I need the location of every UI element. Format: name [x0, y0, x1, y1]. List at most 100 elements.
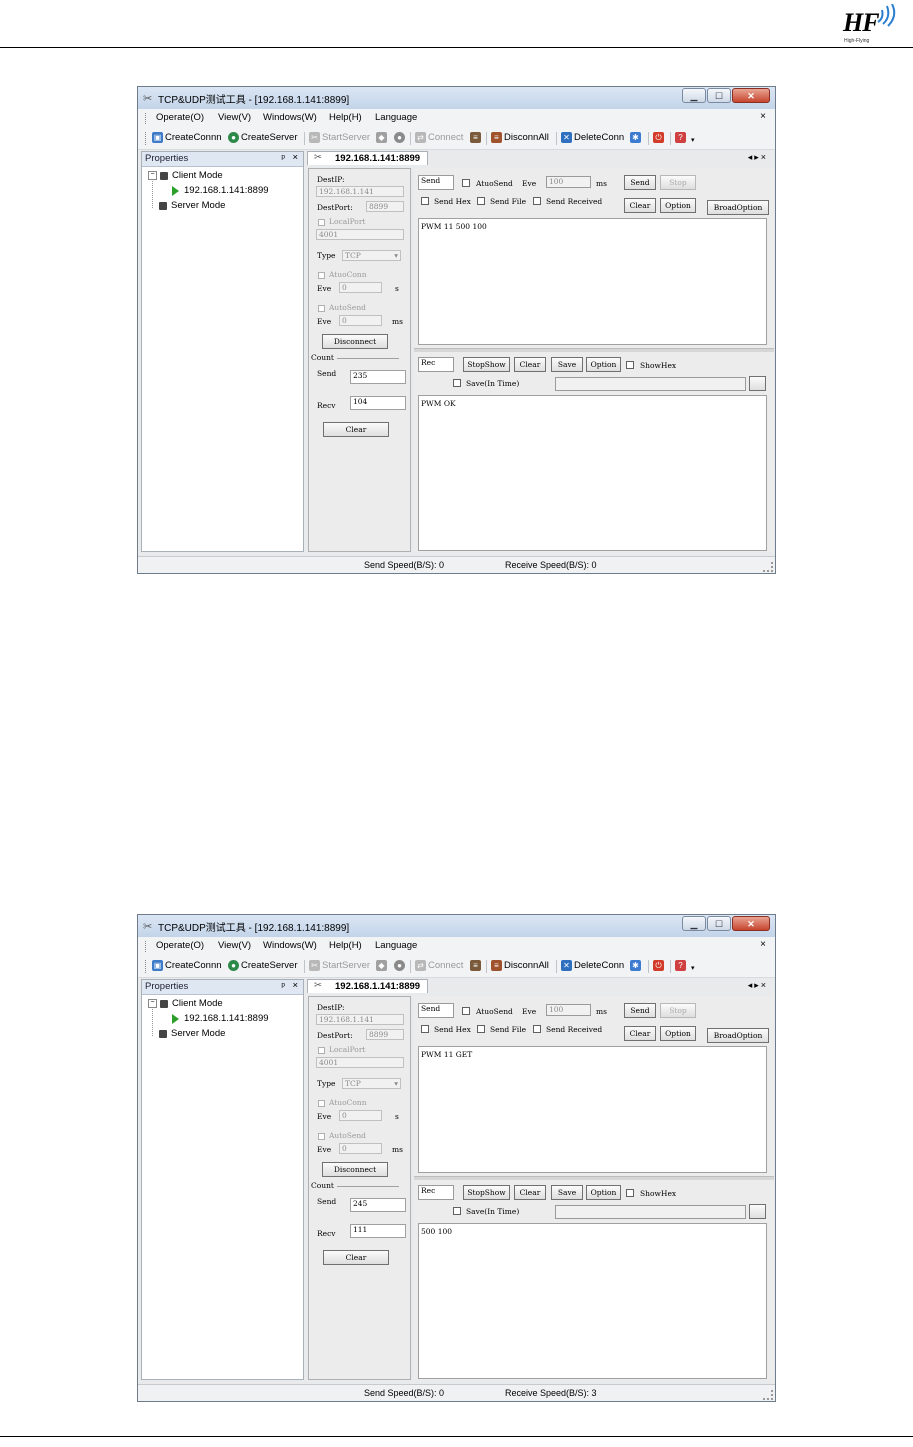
create-server-button[interactable]: ● CreateServer — [228, 132, 298, 143]
create-conn-button[interactable]: ▣ CreateConnn — [152, 132, 222, 143]
title-bar[interactable]: ✂ TCP&UDP测试工具 - [192.168.1.141:8899] ▁ ☐… — [138, 915, 775, 937]
send-count-field[interactable]: 245 — [350, 1198, 406, 1212]
connect-button[interactable]: ⇄ Connect — [415, 960, 463, 971]
stopshow-button[interactable]: StopShow — [463, 357, 510, 372]
send-button[interactable]: Send — [624, 175, 656, 190]
clear-send-button[interactable]: Clear — [624, 198, 656, 213]
menu-language[interactable]: Language — [375, 112, 417, 123]
collapse-icon[interactable]: − — [148, 999, 157, 1008]
broad-option-button[interactable]: BroadOption — [707, 1028, 769, 1043]
menu-view[interactable]: View(V) — [218, 112, 251, 123]
power-button[interactable]: ⏻ — [653, 132, 666, 143]
tree-client-mode[interactable]: − Client Mode — [148, 998, 223, 1009]
stopshow-button[interactable]: StopShow — [463, 1185, 510, 1200]
delete-conn-button[interactable]: ✕ DeleteConn — [561, 960, 624, 971]
send-hex-checkbox[interactable] — [421, 1025, 429, 1033]
show-hex-checkbox[interactable] — [626, 1189, 634, 1197]
send-textarea[interactable]: PWM 11 GET — [418, 1046, 767, 1173]
mdi-close-icon[interactable]: × — [760, 111, 766, 122]
menu-language[interactable]: Language — [375, 940, 417, 951]
tree-client-item[interactable]: 192.168.1.141:8899 — [172, 185, 269, 196]
send-hex-checkbox[interactable] — [421, 197, 429, 205]
auto-conn-interval-field[interactable]: 0 — [339, 282, 382, 293]
recv-option-button[interactable]: Option — [586, 1185, 621, 1200]
disconnect-button[interactable]: Disconnect — [322, 334, 388, 349]
rec-field[interactable]: Rec — [418, 357, 454, 372]
clear-count-button[interactable]: Clear — [323, 1250, 389, 1265]
toolbar-overflow-icon[interactable]: ▾ — [691, 136, 695, 144]
send-received-checkbox[interactable] — [533, 197, 541, 205]
send-file-checkbox[interactable] — [477, 1025, 485, 1033]
menu-help[interactable]: Help(H) — [329, 112, 362, 123]
help-button[interactable]: ? — [675, 960, 688, 971]
help-button[interactable]: ? — [675, 132, 688, 143]
save-in-time-checkbox[interactable] — [453, 1207, 461, 1215]
auto-conn-interval-field[interactable]: 0 — [339, 1110, 382, 1121]
disconn-all-button[interactable]: ≡ DisconnAll — [491, 132, 549, 143]
stop-button[interactable]: Stop — [660, 175, 696, 190]
resize-grip[interactable] — [763, 1390, 773, 1400]
disconnect-button[interactable]: ≡ — [470, 960, 483, 971]
tree-server-mode[interactable]: Server Mode — [159, 1028, 225, 1039]
recv-count-field[interactable]: 111 — [350, 1224, 406, 1238]
send-textarea[interactable]: PWM 11 500 100 — [418, 218, 767, 345]
send-received-checkbox[interactable] — [533, 1025, 541, 1033]
create-server-button[interactable]: ● CreateServer — [228, 960, 298, 971]
save-path-field[interactable] — [555, 377, 746, 391]
clear-recv-button[interactable]: Clear — [514, 357, 546, 372]
save-button[interactable]: Save — [551, 1185, 583, 1200]
tab-connection[interactable]: ✂ 192.168.1.141:8899 — [307, 979, 428, 993]
type-select[interactable]: TCP ▾ — [342, 250, 401, 261]
stop-server-button[interactable]: ● — [394, 960, 407, 971]
save-button[interactable]: Save — [551, 357, 583, 372]
browse-button[interactable] — [749, 376, 766, 391]
send-count-field[interactable]: 235 — [350, 370, 406, 384]
clear-send-button[interactable]: Clear — [624, 1026, 656, 1041]
send-interval-field[interactable]: 100 — [546, 1004, 591, 1016]
close-button[interactable]: ✕ — [732, 88, 770, 103]
tab-nav[interactable]: ◂▸× — [748, 152, 768, 163]
disconnect-button[interactable]: Disconnect — [322, 1162, 388, 1177]
auto-send-checkbox[interactable] — [318, 305, 325, 312]
send-option-button[interactable]: Option — [660, 198, 696, 213]
maximize-button[interactable]: ☐ — [707, 916, 731, 931]
rec-field[interactable]: Rec — [418, 1185, 454, 1200]
local-port-checkbox[interactable] — [318, 219, 325, 226]
auto-conn-checkbox[interactable] — [318, 272, 325, 279]
delete-conn-button[interactable]: ✕ DeleteConn — [561, 132, 624, 143]
disconn-all-button[interactable]: ≡ DisconnAll — [491, 960, 549, 971]
send-option-button[interactable]: Option — [660, 1026, 696, 1041]
server-config-button[interactable]: ◆ — [376, 960, 389, 971]
resize-grip[interactable] — [763, 562, 773, 572]
connect-button[interactable]: ⇄ Connect — [415, 132, 463, 143]
type-select[interactable]: TCP ▾ — [342, 1078, 401, 1089]
local-port-field[interactable]: 4001 — [316, 1057, 404, 1068]
minimize-button[interactable]: ▁ — [682, 88, 706, 103]
auto-send-interval-field[interactable]: 0 — [339, 1143, 382, 1154]
server-config-button[interactable]: ◆ — [376, 132, 389, 143]
auto-send-checkbox[interactable] — [462, 1007, 470, 1015]
auto-send-interval-field[interactable]: 0 — [339, 315, 382, 326]
send-file-checkbox[interactable] — [477, 197, 485, 205]
browse-button[interactable] — [749, 1204, 766, 1219]
stop-button[interactable]: Stop — [660, 1003, 696, 1018]
close-button[interactable]: ✕ — [732, 916, 770, 931]
mdi-close-icon[interactable]: × — [760, 939, 766, 950]
dest-port-field[interactable]: 8899 — [366, 201, 404, 212]
menu-operate[interactable]: Operate(O) — [156, 940, 204, 951]
save-path-field[interactable] — [555, 1205, 746, 1219]
tab-nav[interactable]: ◂▸× — [748, 980, 768, 991]
pane-close-icon[interactable]: × — [292, 980, 298, 991]
broad-option-button[interactable]: BroadOption — [707, 200, 769, 215]
recv-count-field[interactable]: 104 — [350, 396, 406, 410]
send-interval-field[interactable]: 100 — [546, 176, 591, 188]
splitter[interactable] — [414, 348, 774, 352]
power-button[interactable]: ⏻ — [653, 960, 666, 971]
start-server-button[interactable]: ✂ StartServer — [309, 960, 370, 971]
create-conn-button[interactable]: ▣ CreateConnn — [152, 960, 222, 971]
tree-server-mode[interactable]: Server Mode — [159, 200, 225, 211]
collapse-icon[interactable]: − — [148, 171, 157, 180]
toolbar-overflow-icon[interactable]: ▾ — [691, 964, 695, 972]
disconnect-button[interactable]: ≡ — [470, 132, 483, 143]
recv-option-button[interactable]: Option — [586, 357, 621, 372]
